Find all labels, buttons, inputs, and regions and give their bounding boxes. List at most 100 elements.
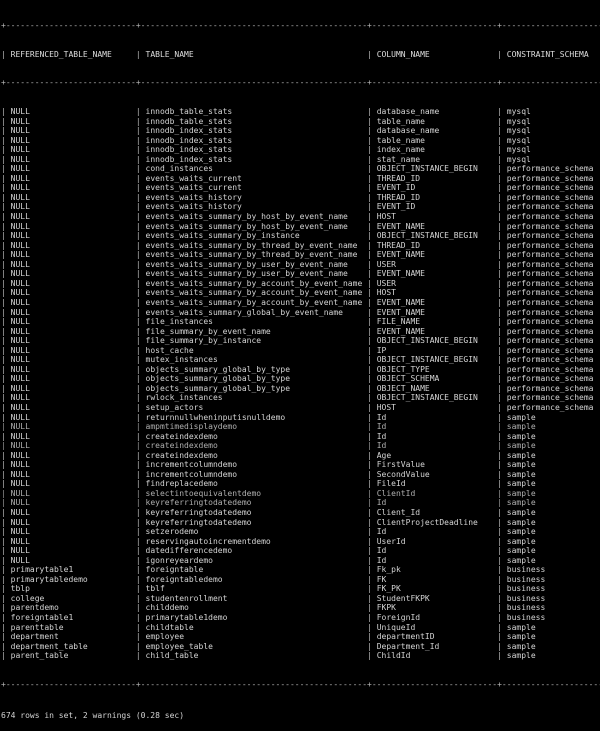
cell-referenced-table-name: NULL — [5, 536, 136, 546]
table-row: | NULL | events_waits_summary_by_account… — [1, 279, 600, 289]
table-row: | NULL | events_waits_summary_by_user_by… — [1, 269, 600, 279]
table-header-row: | REFERENCED_TABLE_NAME | TABLE_NAME | C… — [1, 50, 600, 60]
cell-referenced-table-name: NULL — [5, 507, 136, 517]
table-row: | department_table | employee_table | De… — [1, 642, 600, 652]
cell-constraint-schema: sample — [501, 460, 600, 470]
cell-table-name: primarytable1demo — [140, 613, 368, 622]
cell-table-name: innodb_index_stats — [140, 154, 368, 164]
cell-table-name: events_waits_summary_by_host_by_event_na… — [140, 212, 368, 222]
cell-constraint-schema: performance_schema — [501, 240, 600, 250]
cell-table-name: innodb_index_stats — [140, 135, 368, 145]
table-row: | NULL | events_waits_history | THREAD_I… — [1, 193, 600, 203]
cell-constraint-schema: performance_schema — [501, 212, 600, 222]
cell-constraint-schema: sample — [501, 527, 600, 537]
cell-referenced-table-name: NULL — [5, 126, 136, 136]
result-status-line: 674 rows in set, 2 warnings (0.28 sec) — [1, 711, 185, 721]
cell-referenced-table-name: NULL — [5, 317, 136, 327]
cell-table-name: events_waits_summary_by_thread_by_event_… — [140, 250, 368, 260]
cell-constraint-schema: performance_schema — [501, 250, 600, 260]
cell-table-name: events_waits_summary_by_instance — [140, 231, 368, 241]
cell-referenced-table-name: NULL — [5, 288, 136, 298]
cell-column-name: Department_Id — [371, 641, 498, 651]
cell-column-name: OBJECT_INSTANCE_BEGIN — [371, 355, 498, 365]
cell-constraint-schema: mysql — [501, 116, 600, 126]
cell-column-name: FKPK — [371, 603, 498, 613]
cell-referenced-table-name: NULL — [5, 250, 136, 260]
cell-table-name: selectintoequivalentdemo — [140, 488, 368, 498]
cell-constraint-schema: sample — [501, 431, 600, 441]
table-row: | NULL | events_waits_summary_by_host_by… — [1, 212, 600, 222]
cell-referenced-table-name: NULL — [5, 402, 136, 412]
table-row: | NULL | objects_summary_global_by_type … — [1, 365, 600, 375]
table-row: | NULL | createindexdemo | Age | sample … — [1, 451, 600, 461]
cell-referenced-table-name: department_table — [5, 641, 136, 651]
cell-column-name: FK_PK — [371, 584, 498, 594]
cell-table-name: events_waits_summary_by_account_by_event… — [140, 297, 368, 307]
cell-table-name: events_waits_history — [140, 202, 368, 212]
cell-table-name: mutex_instances — [140, 355, 368, 365]
table-row: | department | employee | departmentID |… — [1, 632, 600, 642]
cell-table-name: innodb_index_stats — [140, 126, 368, 136]
cell-constraint-schema: performance_schema — [501, 307, 600, 317]
table-row: | NULL | events_waits_summary_by_host_by… — [1, 222, 600, 232]
cell-table-name: keyreferringtodatedemo — [140, 498, 368, 508]
table-row: | NULL | cond_instances | OBJECT_INSTANC… — [1, 164, 600, 174]
cell-constraint-schema: sample — [501, 641, 600, 651]
cell-column-name: OBJECT_INSTANCE_BEGIN — [371, 164, 498, 174]
cell-constraint-schema: business — [501, 574, 600, 584]
cell-constraint-schema: performance_schema — [501, 297, 600, 307]
cell-referenced-table-name: NULL — [5, 135, 136, 145]
cell-table-name: events_waits_summary_by_account_by_event… — [140, 288, 368, 298]
terminal-output: +---------------------------+-----------… — [0, 0, 600, 731]
cell-constraint-schema: performance_schema — [501, 355, 600, 365]
table-bottom-border: +---------------------------+-----------… — [1, 679, 600, 689]
table-row: | NULL | innodb_index_stats | stat_name … — [1, 155, 600, 165]
column-header-column-name: COLUMN_NAME — [371, 49, 498, 59]
cell-column-name: OBJECT_INSTANCE_BEGIN — [371, 336, 498, 346]
table-row: | NULL | events_waits_history | EVENT_ID… — [1, 202, 600, 212]
table-row: | NULL | reservingautoincrementdemo | Us… — [1, 537, 600, 547]
cell-table-name: ampmtimedisplaydemo — [140, 422, 368, 432]
cell-referenced-table-name: NULL — [5, 364, 136, 374]
cell-column-name: EVENT_NAME — [371, 269, 498, 279]
table-row: | college | studentenrollment | StudentF… — [1, 594, 600, 604]
cell-constraint-schema: performance_schema — [501, 345, 600, 355]
cell-column-name: ClientId — [371, 488, 498, 498]
cell-column-name: stat_name — [371, 154, 498, 164]
cell-table-name: innodb_table_stats — [140, 116, 368, 126]
cell-table-name: createindexdemo — [140, 441, 368, 451]
table-row: | foreigntable1 | primarytable1demo | Fo… — [1, 613, 600, 623]
cell-referenced-table-name: primarytable1 — [5, 565, 136, 575]
table-row: | NULL | events_waits_summary_by_user_by… — [1, 260, 600, 270]
cell-column-name: FK — [371, 574, 498, 584]
cell-referenced-table-name: NULL — [5, 297, 136, 307]
cell-constraint-schema: business — [501, 565, 600, 575]
cell-referenced-table-name: NULL — [5, 546, 136, 556]
cell-referenced-table-name: NULL — [5, 212, 136, 222]
cell-table-name: innodb_table_stats — [140, 107, 368, 117]
cell-column-name: Id — [371, 546, 498, 556]
cell-referenced-table-name: NULL — [5, 479, 136, 489]
table-row: | parenttable | childtable | UniqueId | … — [1, 623, 600, 633]
cell-column-name: index_name — [371, 145, 498, 155]
cell-referenced-table-name: NULL — [5, 355, 136, 365]
cell-column-name: HOST — [371, 212, 498, 222]
cell-column-name: ClientProjectDeadline — [371, 517, 498, 527]
table-row: | NULL | file_summary_by_instance | OBJE… — [1, 336, 600, 346]
cell-constraint-schema: performance_schema — [501, 259, 600, 269]
table-row: | NULL | incrementcolumndemo | SecondVal… — [1, 470, 600, 480]
cell-constraint-schema: sample — [501, 536, 600, 546]
cell-referenced-table-name: NULL — [5, 307, 136, 317]
cell-table-name: incrementcolumndemo — [140, 469, 368, 479]
cell-referenced-table-name: NULL — [5, 259, 136, 269]
cell-column-name: EVENT_ID — [371, 183, 498, 193]
cell-constraint-schema: performance_schema — [501, 202, 600, 212]
table-row: | NULL | objects_summary_global_by_type … — [1, 374, 600, 384]
cell-referenced-table-name: NULL — [5, 221, 136, 231]
cell-column-name: Id — [371, 441, 498, 451]
cell-referenced-table-name: NULL — [5, 422, 136, 432]
table-row: | NULL | setup_actors | HOST | performan… — [1, 403, 600, 413]
cell-table-name: foreigntabledemo — [140, 574, 368, 584]
cell-table-name: foreigntable — [140, 565, 368, 575]
cell-column-name: USER — [371, 259, 498, 269]
